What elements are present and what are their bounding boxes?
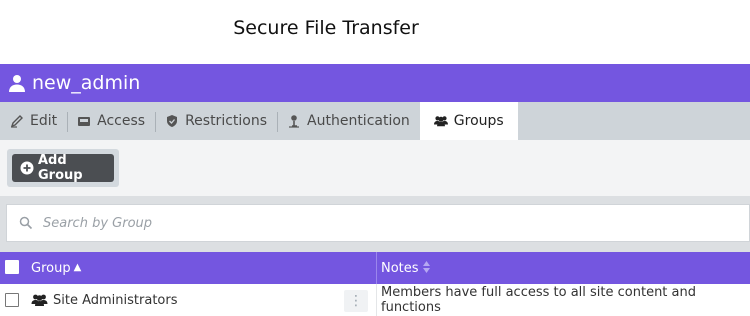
search-box[interactable] <box>6 204 750 242</box>
add-group-button[interactable]: Add Group <box>12 153 114 183</box>
column-header-group[interactable]: Group ▲ <box>31 252 81 284</box>
tab-authentication[interactable]: Authentication <box>277 102 420 140</box>
tab-edit[interactable]: Edit <box>0 102 67 140</box>
tab-label: Access <box>97 113 146 129</box>
tab-groups[interactable]: Groups <box>419 102 518 140</box>
add-group-label: Add Group <box>38 153 83 183</box>
search-input[interactable] <box>41 214 695 232</box>
user-icon <box>8 74 26 92</box>
tab-label: Restrictions <box>185 113 268 129</box>
tab-bar: Edit Access Restrictions Authentication … <box>0 102 750 140</box>
row-select-cell <box>5 293 19 311</box>
plus-circle-icon <box>20 161 34 175</box>
users-icon <box>31 293 48 307</box>
select-all-checkbox[interactable] <box>5 260 19 274</box>
column-label: Group <box>31 260 71 276</box>
person-key-icon <box>287 114 301 128</box>
row-menu-button[interactable]: ⋮ <box>344 290 368 312</box>
tab-restrictions[interactable]: Restrictions <box>155 102 277 140</box>
tab-label: Authentication <box>307 113 410 129</box>
column-label: Notes <box>381 260 419 276</box>
kebab-menu-icon: ⋮ <box>349 293 363 309</box>
app-title: Secure File Transfer <box>233 17 419 39</box>
select-all-cell <box>5 260 19 278</box>
group-name[interactable]: Site Administrators <box>53 293 177 308</box>
column-divider <box>376 284 377 316</box>
user-header: new_admin <box>0 64 750 102</box>
search-icon <box>19 216 33 230</box>
shield-icon <box>165 114 179 128</box>
table-header: Group ▲ Notes <box>0 252 750 284</box>
notes-cell: Members have full access to all site con… <box>381 285 696 315</box>
sort-unsorted-icon <box>422 260 431 277</box>
tab-label: Groups <box>453 113 504 129</box>
column-header-notes[interactable]: Notes <box>381 252 431 284</box>
inbox-icon <box>77 114 91 128</box>
tab-label: Edit <box>30 113 58 129</box>
sort-ascending-icon: ▲ <box>73 262 82 273</box>
table-row[interactable]: Site Administrators ⋮ Members have full … <box>0 284 750 316</box>
edit-icon <box>10 114 24 128</box>
column-divider <box>376 252 377 284</box>
user-name: new_admin <box>32 72 141 94</box>
tab-access[interactable]: Access <box>67 102 155 140</box>
row-checkbox[interactable] <box>5 293 19 307</box>
group-cell: Site Administrators <box>31 284 177 316</box>
users-icon <box>433 114 448 128</box>
